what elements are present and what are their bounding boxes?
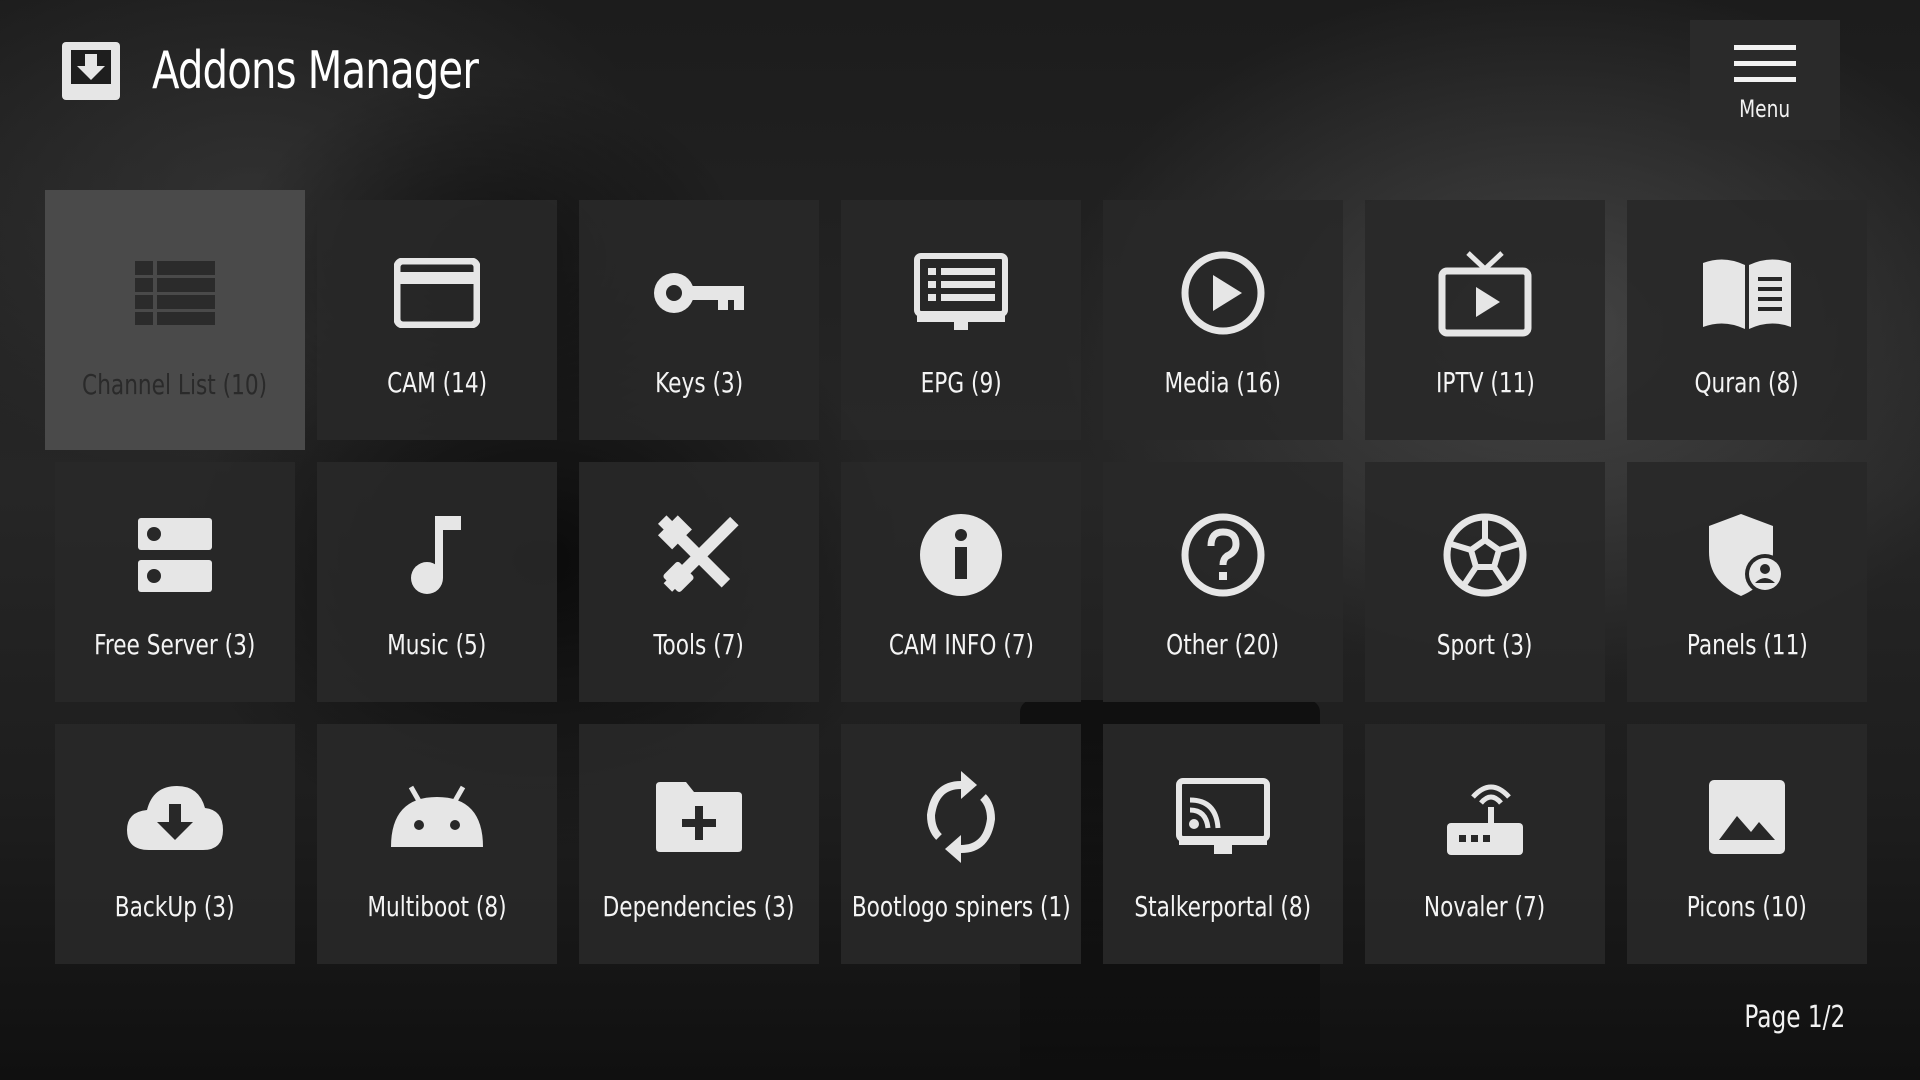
tile-label: Panels (11) xyxy=(1686,628,1808,661)
tile-label: Music (5) xyxy=(387,628,487,661)
addon-category-grid: Channel List (10) CAM (14) Keys (3) EPG … xyxy=(45,190,1867,964)
tile-label: Novaler (7) xyxy=(1424,890,1546,923)
android-icon xyxy=(387,772,487,862)
tile-label: Media (16) xyxy=(1164,366,1282,399)
page-indicator: Page 1/2 xyxy=(1744,1000,1845,1035)
hamburger-icon xyxy=(1734,43,1796,89)
tile-label: Multiboot (8) xyxy=(367,890,507,923)
server-icon xyxy=(125,510,225,600)
card-icon xyxy=(387,248,487,338)
tile-label: CAM (14) xyxy=(386,366,487,399)
tools-icon xyxy=(649,510,749,600)
header: Addons Manager xyxy=(60,38,531,104)
music-note-icon xyxy=(387,510,487,600)
tile-other[interactable]: Other (20) xyxy=(1103,462,1343,702)
open-book-icon xyxy=(1697,248,1797,338)
tv-play-icon xyxy=(1435,248,1535,338)
tile-tools[interactable]: Tools (7) xyxy=(579,462,819,702)
tile-label: Channel List (10) xyxy=(82,368,268,401)
tile-label: Other (20) xyxy=(1166,628,1280,661)
tile-iptv[interactable]: IPTV (11) xyxy=(1365,200,1605,440)
key-icon xyxy=(649,248,749,338)
tile-label: BackUp (3) xyxy=(115,890,235,923)
cloud-download-icon xyxy=(125,772,225,862)
tile-panels[interactable]: Panels (11) xyxy=(1627,462,1867,702)
list-icon xyxy=(125,248,225,338)
screen: Addons Manager Menu Channel List (10) CA… xyxy=(0,0,1920,1080)
tile-label: Sport (3) xyxy=(1437,628,1533,661)
tile-label: Free Server (3) xyxy=(94,628,256,661)
tile-epg[interactable]: EPG (9) xyxy=(841,200,1081,440)
page-title: Addons Manager xyxy=(152,41,479,101)
router-icon xyxy=(1435,772,1535,862)
tile-media[interactable]: Media (16) xyxy=(1103,200,1343,440)
menu-label: Menu xyxy=(1739,95,1791,123)
tile-music[interactable]: Music (5) xyxy=(317,462,557,702)
cast-icon xyxy=(1173,772,1273,862)
epg-monitor-icon xyxy=(911,248,1011,338)
tile-label: Dependencies (3) xyxy=(603,890,795,923)
tile-sport[interactable]: Sport (3) xyxy=(1365,462,1605,702)
tile-quran[interactable]: Quran (8) xyxy=(1627,200,1867,440)
tile-dependencies[interactable]: Dependencies (3) xyxy=(579,724,819,964)
info-icon xyxy=(911,510,1011,600)
menu-button[interactable]: Menu xyxy=(1690,20,1840,140)
play-circle-icon xyxy=(1173,248,1273,338)
tile-novaler[interactable]: Novaler (7) xyxy=(1365,724,1605,964)
tile-backup[interactable]: BackUp (3) xyxy=(55,724,295,964)
tile-keys[interactable]: Keys (3) xyxy=(579,200,819,440)
image-icon xyxy=(1697,772,1797,862)
tile-cam-info[interactable]: CAM INFO (7) xyxy=(841,462,1081,702)
tile-multiboot[interactable]: Multiboot (8) xyxy=(317,724,557,964)
help-circle-icon xyxy=(1173,510,1273,600)
tile-label: Bootlogo spiners (1) xyxy=(851,890,1071,923)
tile-label: Picons (10) xyxy=(1686,890,1808,923)
tile-label: CAM INFO (7) xyxy=(888,628,1034,661)
soccer-ball-icon xyxy=(1435,510,1535,600)
tile-label: IPTV (11) xyxy=(1435,366,1535,399)
tile-label: Stalkerportal (8) xyxy=(1134,890,1312,923)
download-box-icon xyxy=(60,40,122,102)
tile-label: Tools (7) xyxy=(653,628,745,661)
sync-icon xyxy=(911,771,1011,863)
tile-label: Keys (3) xyxy=(654,366,744,399)
tile-label: EPG (9) xyxy=(920,366,1002,399)
tile-label: Quran (8) xyxy=(1694,366,1800,399)
tile-channel-list[interactable]: Channel List (10) xyxy=(45,190,305,450)
tile-cam[interactable]: CAM (14) xyxy=(317,200,557,440)
tile-free-server[interactable]: Free Server (3) xyxy=(55,462,295,702)
tile-picons[interactable]: Picons (10) xyxy=(1627,724,1867,964)
tile-stalkerportal[interactable]: Stalkerportal (8) xyxy=(1103,724,1343,964)
shield-user-icon xyxy=(1697,510,1797,600)
tile-bootlogo-spiners[interactable]: Bootlogo spiners (1) xyxy=(841,724,1081,964)
folder-plus-icon xyxy=(649,772,749,862)
